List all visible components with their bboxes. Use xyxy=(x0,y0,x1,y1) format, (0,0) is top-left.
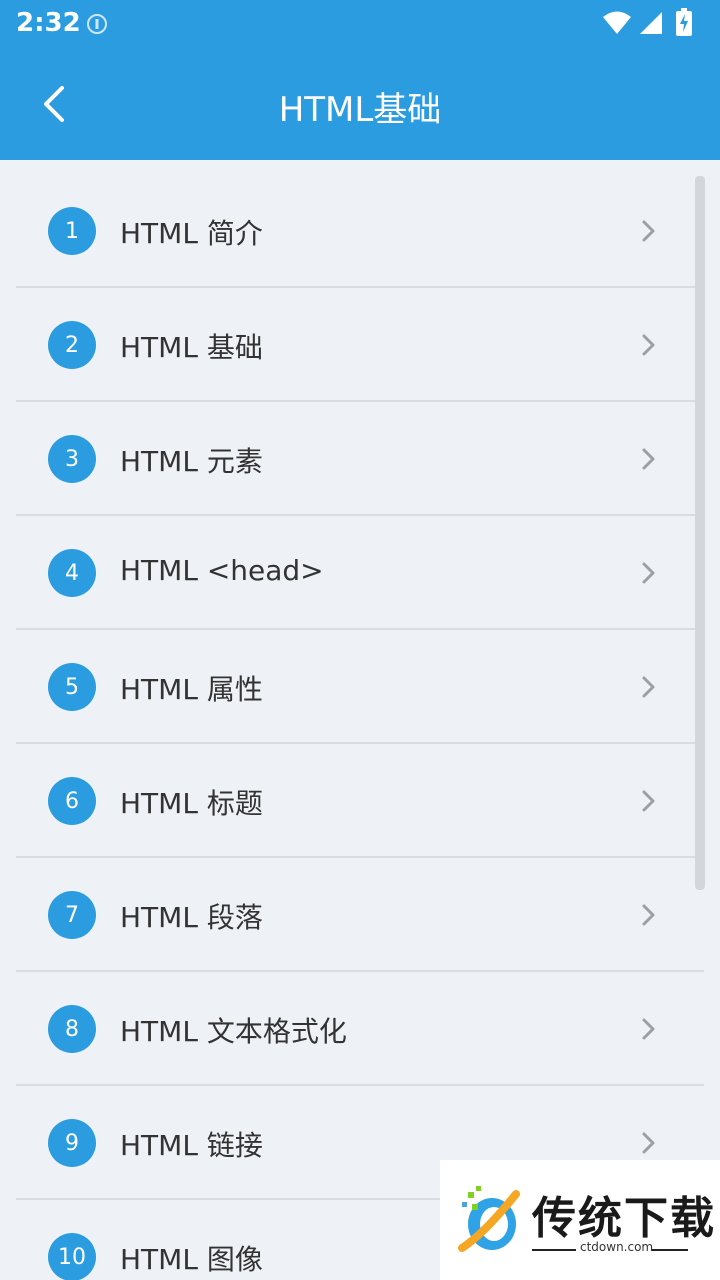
item-label: HTML 基础 xyxy=(120,331,263,364)
battery-charging-icon xyxy=(676,8,692,36)
list-item[interactable]: 2 HTML 基础 xyxy=(16,288,704,402)
item-number-badge: 10 xyxy=(48,1233,96,1280)
item-label: HTML 链接 xyxy=(120,1129,263,1162)
item-label: HTML 文本格式化 xyxy=(120,1015,347,1048)
chevron-right-icon xyxy=(642,220,655,242)
chevron-right-icon xyxy=(642,1018,655,1040)
status-time: 2:32 xyxy=(16,8,81,38)
item-number-badge: 2 xyxy=(48,321,96,369)
watermark-line xyxy=(532,1249,576,1251)
item-number-badge: 1 xyxy=(48,207,96,255)
chevron-right-icon xyxy=(642,790,655,812)
list-item[interactable]: 6 HTML 标题 xyxy=(16,744,704,858)
wifi-icon xyxy=(603,11,631,34)
ctdown-logo-icon xyxy=(458,1186,520,1252)
item-label: HTML 简介 xyxy=(120,217,263,250)
watermark-subtext: ctdown.com xyxy=(580,1240,654,1254)
scrollbar[interactable] xyxy=(695,176,705,890)
item-label: HTML 属性 xyxy=(120,673,263,706)
status-bar: 2:32 xyxy=(0,0,720,48)
lesson-list: 1 HTML 简介 2 HTML 基础 3 HTML 元素 4 HTML <he… xyxy=(0,174,720,1280)
item-label: HTML 图像 xyxy=(120,1243,263,1276)
list-item[interactable]: 4 HTML <head> xyxy=(16,516,704,630)
item-label: HTML 标题 xyxy=(120,787,263,820)
list-item[interactable]: 3 HTML 元素 xyxy=(16,402,704,516)
list-item[interactable]: 7 HTML 段落 xyxy=(16,858,704,972)
app-bar: 2:32 HTML基础 xyxy=(0,0,720,160)
item-number-badge: 6 xyxy=(48,777,96,825)
chevron-right-icon xyxy=(642,562,655,584)
item-label: HTML 元素 xyxy=(120,445,263,478)
page-title: HTML基础 xyxy=(278,90,442,130)
list-item[interactable]: 8 HTML 文本格式化 xyxy=(16,972,704,1086)
watermark-text: 传统下载 xyxy=(532,1193,716,1244)
item-label: HTML <head> xyxy=(120,554,324,587)
chevron-right-icon xyxy=(642,904,655,926)
chevron-right-icon xyxy=(642,1132,655,1154)
item-number-badge: 5 xyxy=(48,663,96,711)
item-number-badge: 3 xyxy=(48,435,96,483)
signal-icon xyxy=(640,12,662,34)
list-item[interactable]: 5 HTML 属性 xyxy=(16,630,704,744)
item-number-badge: 9 xyxy=(48,1119,96,1167)
list-item[interactable]: 1 HTML 简介 xyxy=(16,174,704,288)
chevron-right-icon xyxy=(642,676,655,698)
chevron-right-icon xyxy=(642,334,655,356)
item-number-badge: 4 xyxy=(48,549,96,597)
item-number-badge: 7 xyxy=(48,891,96,939)
chevron-right-icon xyxy=(642,448,655,470)
item-number-badge: 8 xyxy=(48,1005,96,1053)
item-label: HTML 段落 xyxy=(120,901,263,934)
info-icon xyxy=(87,14,107,34)
watermark: 传统下载 ctdown.com xyxy=(440,1160,720,1280)
watermark-line xyxy=(652,1249,688,1251)
